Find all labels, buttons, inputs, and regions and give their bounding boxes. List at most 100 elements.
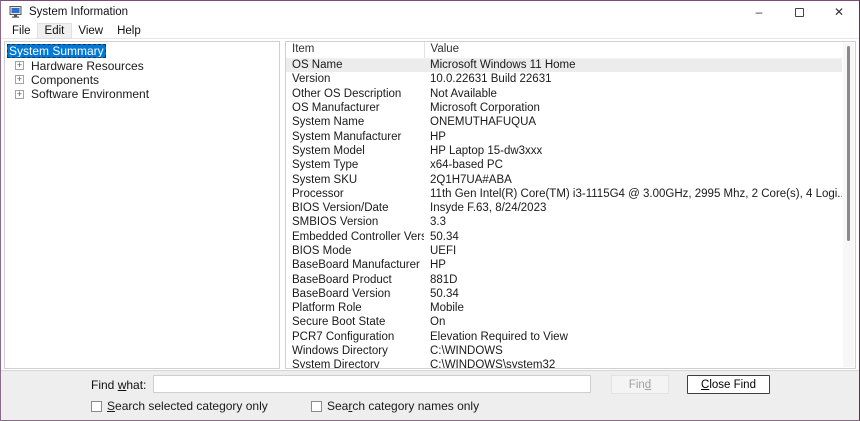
expand-icon[interactable]: + — [15, 75, 24, 85]
main-content: System Summary + Hardware Resources + Co… — [1, 39, 859, 370]
value-cell: C:\WINDOWS — [430, 345, 503, 358]
table-row[interactable]: Embedded Controller Version 50.34 — [286, 230, 842, 244]
maximize-button[interactable] — [779, 1, 819, 23]
item-cell: Version — [292, 73, 331, 86]
table-row[interactable]: Windows Directory C:\WINDOWS — [286, 344, 842, 358]
item-cell: System SKU — [292, 173, 358, 186]
item-cell: System Model — [292, 144, 365, 157]
item-cell: BaseBoard Version — [292, 287, 391, 300]
close-find-button[interactable]: Close Find — [687, 375, 770, 394]
table-row[interactable]: OS Manufacturer Microsoft Corporation — [286, 101, 842, 115]
tree-item-components[interactable]: + Components — [7, 73, 279, 87]
table-row[interactable]: SMBIOS Version 3.3 — [286, 215, 842, 229]
item-cell: BIOS Mode — [292, 245, 352, 257]
expand-icon[interactable]: + — [15, 61, 24, 71]
search-selected-category-option: Search selected category only — [91, 399, 268, 413]
table-row[interactable]: System Directory C:\WINDOWS\system32 — [286, 358, 842, 369]
value-cell: Insyde F.63, 8/24/2023 — [430, 202, 547, 215]
minimize-button[interactable]: – — [739, 1, 779, 23]
value-cell: HP — [430, 130, 446, 143]
close-icon: ✕ — [833, 5, 845, 19]
item-cell: Secure Boot State — [292, 316, 386, 329]
tree-item-software-environment[interactable]: + Software Environment — [7, 87, 279, 101]
value-cell: 881D — [430, 273, 458, 286]
find-input[interactable] — [153, 375, 591, 393]
item-cell: System Name — [292, 116, 365, 129]
search-category-names-option: Search category names only — [311, 399, 479, 413]
table-row[interactable]: Version 10.0.22631 Build 22631 — [286, 72, 842, 86]
item-cell: System Type — [292, 159, 359, 172]
value-cell: Not Available — [430, 87, 497, 100]
item-cell: Other OS Description — [292, 87, 402, 100]
expand-icon[interactable]: + — [15, 89, 24, 99]
item-cell: BIOS Version/Date — [292, 202, 389, 215]
table-row[interactable]: System Manufacturer HP — [286, 129, 842, 143]
tree-item-system-summary[interactable]: System Summary — [7, 44, 279, 59]
table-row[interactable]: System SKU 2Q1H7UA#ABA — [286, 172, 842, 186]
scrollbar-thumb[interactable] — [847, 46, 850, 241]
search-category-names-checkbox[interactable] — [311, 400, 322, 412]
search-category-names-label: Search category names only — [327, 399, 480, 413]
find-button[interactable]: Find — [611, 375, 669, 394]
table-row[interactable]: Other OS Description Not Available — [286, 87, 842, 101]
table-row[interactable]: BaseBoard Manufacturer HP — [286, 258, 842, 272]
item-cell: Windows Directory — [292, 345, 388, 358]
table-row[interactable]: System Model HP Laptop 15-dw3xxx — [286, 144, 842, 158]
table-row[interactable]: BIOS Mode UEFI — [286, 244, 842, 258]
tree-item-label: Hardware Resources — [31, 58, 144, 73]
find-bar: Find what: Find Close Find Search select… — [1, 370, 859, 420]
value-cell: 2Q1H7UA#ABA — [430, 173, 512, 186]
table-row[interactable]: BIOS Version/Date Insyde F.63, 8/24/2023 — [286, 201, 842, 215]
column-header-item[interactable]: Item — [286, 42, 425, 59]
tree-item-label: System Summary — [7, 44, 106, 59]
menu-edit[interactable]: Edit — [36, 22, 73, 39]
item-cell: PCR7 Configuration — [292, 330, 395, 343]
value-cell: HP Laptop 15-dw3xxx — [430, 144, 543, 157]
tree-item-hardware-resources[interactable]: + Hardware Resources — [7, 58, 279, 73]
value-cell: C:\WINDOWS\system32 — [430, 359, 556, 369]
value-cell: HP — [430, 259, 446, 272]
menu-help[interactable]: Help — [110, 24, 148, 38]
item-cell: Processor — [292, 187, 344, 200]
table-header-row: Item Value — [286, 42, 842, 59]
info-table: Item Value OS Name Microsoft Windows 11 … — [286, 42, 842, 369]
value-cell: Microsoft Corporation — [430, 102, 540, 115]
value-cell: Microsoft Windows 11 Home — [424, 58, 842, 73]
table-row[interactable]: Processor 11th Gen Intel(R) Core(TM) i3-… — [286, 187, 842, 201]
value-cell: 3.3 — [430, 216, 446, 229]
search-selected-category-label: Search selected category only — [107, 399, 268, 413]
menu-file[interactable]: File — [5, 24, 38, 38]
item-cell: System Directory — [292, 359, 380, 369]
table-row[interactable]: System Type x64-based PC — [286, 158, 842, 172]
item-cell: System Manufacturer — [292, 130, 402, 143]
minimize-icon: – — [755, 5, 763, 19]
table-row[interactable]: BaseBoard Version 50.34 — [286, 287, 842, 301]
maximize-icon — [794, 7, 804, 17]
item-cell: Embedded Controller Version — [292, 230, 424, 243]
item-cell: BaseBoard Manufacturer — [292, 259, 420, 272]
system-information-window: System Information – ✕ File Edit View He… — [0, 0, 860, 421]
value-cell: 50.34 — [430, 287, 459, 300]
info-table-body: OS Name Microsoft Windows 11 Home Versio… — [286, 58, 842, 369]
search-selected-category-checkbox[interactable] — [91, 400, 102, 412]
vertical-scrollbar[interactable] — [843, 43, 854, 367]
table-row[interactable]: Secure Boot State On — [286, 315, 842, 329]
menu-view[interactable]: View — [71, 24, 110, 38]
value-cell: Mobile — [430, 302, 464, 315]
close-button[interactable]: ✕ — [819, 1, 859, 23]
value-cell: Elevation Required to View — [430, 330, 568, 343]
table-row[interactable]: BaseBoard Product 881D — [286, 272, 842, 286]
column-header-value[interactable]: Value — [424, 42, 842, 59]
item-cell: SMBIOS Version — [292, 216, 379, 229]
table-row[interactable]: System Name ONEMUTHAFUQUA — [286, 115, 842, 129]
table-row[interactable]: OS Name Microsoft Windows 11 Home — [286, 58, 842, 73]
table-row[interactable]: Platform Role Mobile — [286, 301, 842, 315]
value-cell: UEFI — [430, 245, 457, 257]
value-cell: 11th Gen Intel(R) Core(TM) i3-1115G4 @ 3… — [430, 187, 842, 200]
item-cell: OS Name — [286, 58, 424, 73]
item-cell: BaseBoard Product — [292, 273, 392, 286]
find-what-label: Find what: — [91, 378, 147, 392]
find-button-label: Find — [628, 378, 652, 391]
menu-bar: File Edit View Help — [1, 22, 859, 39]
table-row[interactable]: PCR7 Configuration Elevation Required to… — [286, 330, 842, 344]
